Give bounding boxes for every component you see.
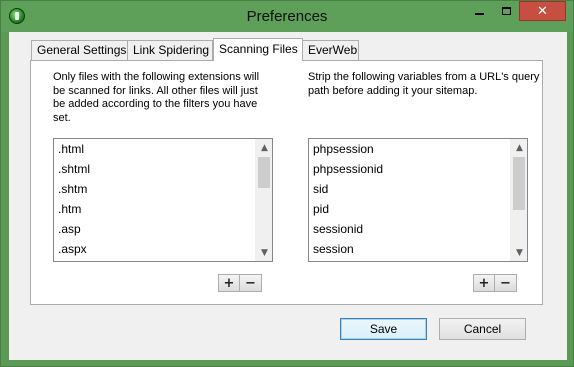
tab-link-spidering[interactable]: Link Spidering xyxy=(127,40,213,60)
list-item[interactable]: .htm xyxy=(54,199,255,219)
close-button[interactable]: ✕ xyxy=(519,1,566,21)
scroll-up-icon[interactable]: ▲ xyxy=(511,139,527,156)
list-item[interactable]: pid xyxy=(309,199,510,219)
list-item[interactable]: phpsessionid xyxy=(309,159,510,179)
scanning-files-panel: Only files with the following extensions… xyxy=(30,60,543,305)
extensions-listbox[interactable]: .html .shtml .shtm .htm .asp .aspx ▲ ▼ xyxy=(53,138,273,262)
minimize-button[interactable] xyxy=(466,1,493,21)
maximize-button[interactable] xyxy=(493,1,519,21)
list-item[interactable]: sid xyxy=(309,179,510,199)
extensions-description: Only files with the following extensions… xyxy=(53,71,260,124)
preferences-window: Preferences ✕ General Settings Link Spid… xyxy=(0,0,574,367)
list-item[interactable]: .html xyxy=(54,139,255,159)
list-item[interactable]: session xyxy=(309,239,510,259)
list-item[interactable]: .shtm xyxy=(54,179,255,199)
list-item[interactable]: .asp xyxy=(54,219,255,239)
title-bar[interactable]: Preferences ✕ xyxy=(1,1,573,32)
tab-general-settings[interactable]: General Settings xyxy=(31,40,128,60)
variables-add-remove: + − xyxy=(473,274,517,292)
dialog-client-area: General Settings Link Spidering Scanning… xyxy=(9,32,567,360)
strip-variables-description: Strip the following variables from a URL… xyxy=(308,71,540,97)
remove-extension-button[interactable]: − xyxy=(240,274,262,292)
add-extension-button[interactable]: + xyxy=(218,274,240,292)
scroll-down-icon[interactable]: ▼ xyxy=(256,244,272,261)
variables-scrollbar[interactable]: ▲ ▼ xyxy=(510,139,527,261)
save-button[interactable]: Save xyxy=(340,318,427,340)
list-item[interactable]: .shtml xyxy=(54,159,255,179)
tab-scanning-files[interactable]: Scanning Files xyxy=(213,38,303,61)
cancel-button[interactable]: Cancel xyxy=(439,318,526,340)
extensions-add-remove: + − xyxy=(218,274,262,292)
list-item[interactable]: sessionid xyxy=(309,219,510,239)
scroll-up-icon[interactable]: ▲ xyxy=(256,139,272,156)
list-item[interactable]: phpsession xyxy=(309,139,510,159)
minimize-icon xyxy=(475,13,484,15)
maximize-icon xyxy=(501,7,511,15)
scroll-down-icon[interactable]: ▼ xyxy=(511,244,527,261)
scroll-thumb[interactable] xyxy=(258,157,270,188)
list-item[interactable]: .aspx xyxy=(54,239,255,259)
extensions-scrollbar[interactable]: ▲ ▼ xyxy=(255,139,272,261)
variables-listbox[interactable]: phpsession phpsessionid sid pid sessioni… xyxy=(308,138,528,262)
scroll-thumb[interactable] xyxy=(513,157,525,210)
add-variable-button[interactable]: + xyxy=(473,274,495,292)
tab-everweb[interactable]: EverWeb xyxy=(302,40,359,60)
close-icon: ✕ xyxy=(537,3,548,19)
remove-variable-button[interactable]: − xyxy=(495,274,517,292)
